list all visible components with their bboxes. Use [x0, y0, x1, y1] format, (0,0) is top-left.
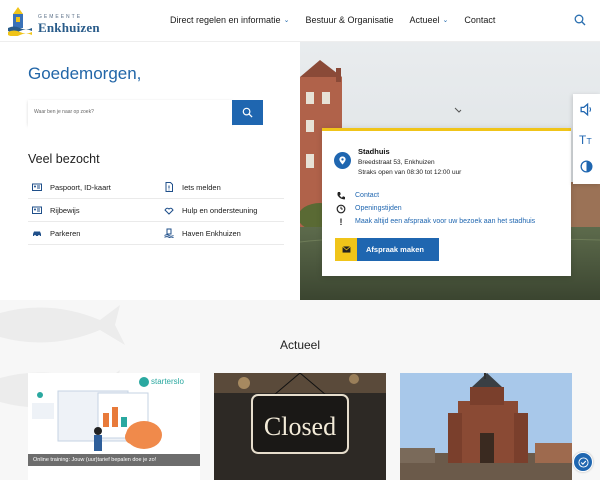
link-label: Iets melden	[182, 182, 221, 192]
logo-name: Enkhuizen	[38, 20, 100, 35]
car-icon	[33, 231, 41, 237]
exclamation-icon: !	[339, 217, 343, 227]
helping-hands-icon	[164, 207, 174, 215]
button-label: Afspraak maken	[366, 245, 424, 254]
search-icon	[242, 107, 253, 118]
report-file-icon	[165, 182, 173, 192]
divider	[28, 221, 284, 222]
logo-tower-icon	[8, 7, 32, 36]
divider	[28, 198, 284, 199]
envelope-icon	[335, 238, 357, 261]
nav-label: Actueel	[409, 15, 440, 25]
popular-link-rijbewijs[interactable]: Rijbewijs	[32, 200, 80, 220]
closed-sign-text: Closed	[264, 412, 336, 441]
id-card-icon	[32, 183, 42, 191]
popular-heading: Veel bezocht	[28, 152, 100, 166]
appointment-notice-link[interactable]: Maak altijd een afspraak voor uw bezoek …	[355, 218, 535, 225]
main-nav: Direct regelen en informatie ⌄ Bestuur &…	[170, 15, 495, 25]
link-label: Paspoort, ID-kaart	[50, 182, 111, 192]
license-card-icon	[32, 206, 42, 214]
card-opening-hours: Straks open van 08:30 tot 12:00 uur	[358, 169, 462, 176]
link-label: Rijbewijs	[50, 205, 80, 215]
news-card-closed[interactable]: Closed	[214, 373, 386, 480]
divider	[28, 244, 284, 245]
news-heading: Actueel	[279, 338, 321, 352]
phone-icon	[337, 192, 345, 200]
accessibility-badge-icon[interactable]	[573, 452, 593, 472]
news-card-drommedaris[interactable]	[400, 373, 572, 480]
search-field	[28, 100, 232, 130]
nav-label: Contact	[464, 15, 496, 25]
popular-link-hulp[interactable]: Hulp en ondersteuning	[164, 200, 257, 220]
nav-actueel[interactable]: Actueel ⌄	[409, 15, 448, 25]
greeting-heading: Goedemorgen,	[28, 64, 142, 83]
harbor-icon	[164, 228, 174, 238]
svg-text:T: T	[587, 136, 593, 146]
nav-label: Direct regelen en informatie	[170, 15, 281, 25]
contrast-icon[interactable]	[579, 159, 594, 174]
link-label: Parkeren	[50, 228, 81, 238]
svg-text:starterslo: starterslo	[151, 377, 184, 386]
link-label: Hulp en ondersteuning	[182, 205, 258, 215]
link-label: Haven Enkhuizen	[182, 228, 241, 238]
site-header: GEMEENTE Enkhuizen Direct regelen en inf…	[0, 0, 600, 42]
accessibility-toolbar: TT	[573, 94, 600, 184]
search-button[interactable]	[232, 100, 263, 125]
chevron-down-icon: ⌄	[442, 17, 449, 24]
municipality-logo[interactable]: GEMEENTE Enkhuizen	[8, 6, 100, 38]
card-address: Breedstraat 53, Enkhuizen	[358, 159, 435, 166]
card-title: Stadhuis	[358, 147, 390, 156]
chevron-down-icon: ⌄	[283, 17, 290, 24]
contact-link[interactable]: Contact	[355, 192, 379, 199]
nav-bestuur[interactable]: Bestuur & Organisatie	[305, 15, 393, 25]
search-input[interactable]	[28, 106, 232, 130]
news-image: Closed	[214, 373, 386, 480]
popular-link-parkeren[interactable]: Parkeren	[32, 223, 80, 243]
opening-hours-link[interactable]: Openingstijden	[355, 205, 402, 212]
popular-link-paspoort[interactable]: Paspoort, ID-kaart	[32, 177, 111, 197]
location-pin-icon	[334, 152, 351, 169]
news-image	[400, 373, 572, 480]
news-caption: Online training: Jouw (uur)tarief bepale…	[28, 454, 200, 466]
popular-link-iets-melden[interactable]: Iets melden	[164, 177, 221, 197]
speaker-icon[interactable]	[579, 102, 594, 117]
nav-label: Bestuur & Organisatie	[305, 15, 394, 25]
clock-hand-icon	[336, 204, 346, 214]
city-hall-info-card: Stadhuis Breedstraat 53, Enkhuizen Strak…	[322, 128, 571, 276]
svg-text:T: T	[579, 134, 586, 146]
news-card-starters[interactable]: starterslo Online training: Jouw (uur)ta…	[28, 373, 200, 480]
make-appointment-button[interactable]: Afspraak maken	[335, 238, 439, 261]
search-icon[interactable]	[574, 14, 586, 26]
popular-link-haven[interactable]: Haven Enkhuizen	[164, 223, 241, 243]
nav-direct-regelen[interactable]: Direct regelen en informatie ⌄	[170, 15, 289, 25]
nav-contact[interactable]: Contact	[464, 15, 495, 25]
text-size-icon[interactable]: TT	[579, 131, 594, 146]
